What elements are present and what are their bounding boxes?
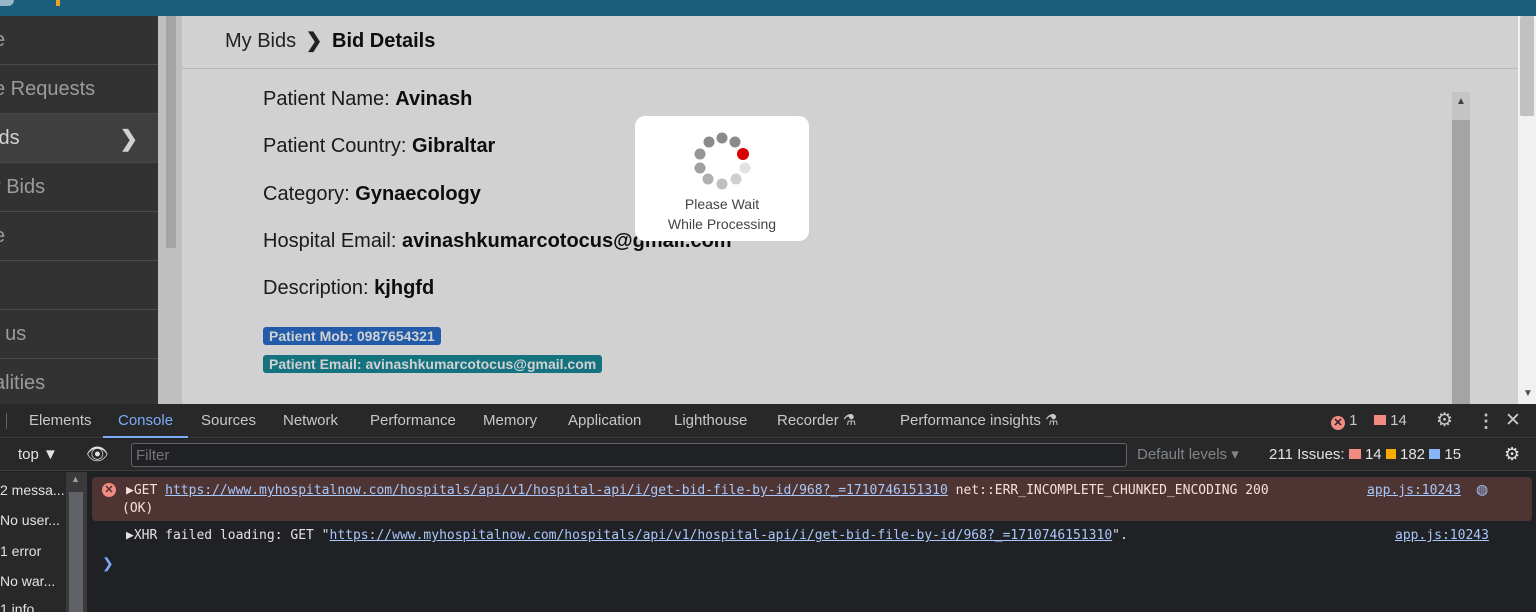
expand-arrow-icon[interactable]: ▶ xyxy=(126,528,134,543)
network-icon[interactable]: ◍ xyxy=(1476,481,1488,498)
devtools-tabbar: Elements Console Sources Network Perform… xyxy=(0,404,1536,438)
tab-network[interactable]: Network xyxy=(283,404,338,438)
divider xyxy=(6,413,7,429)
tab-performance[interactable]: Performance xyxy=(370,404,456,438)
tab-application[interactable]: Application xyxy=(568,404,641,438)
tab-recorder[interactable]: Recorder ⚗ xyxy=(777,404,856,438)
scrollbar-thumb[interactable] xyxy=(1520,16,1534,116)
log-levels-dropdown[interactable]: Default levels ▾ xyxy=(1137,439,1239,471)
issue-counter[interactable]: 14 xyxy=(1374,404,1407,438)
error-counter[interactable]: ✕ 1 xyxy=(1331,404,1358,438)
console-filterbar: top ▼ 👁 Default levels ▾ 211 Issues: 14 … xyxy=(0,439,1536,471)
xhr-url-link[interactable]: https://www.myhospitalnow.com/hospitals/… xyxy=(330,528,1113,543)
error-icon: ✕ xyxy=(1331,416,1345,430)
error-source-link[interactable]: app.js:10243 xyxy=(1367,483,1461,498)
loading-message: Please Wait While Processing xyxy=(667,196,777,232)
tab-sources[interactable]: Sources xyxy=(201,404,256,438)
close-icon[interactable]: ✕ xyxy=(1505,404,1521,438)
sidebar-errors[interactable]: 1 error xyxy=(0,543,41,559)
sidebar-info[interactable]: 1 info xyxy=(0,601,34,612)
chevron-down-icon: ▼ xyxy=(43,446,58,463)
filter-input[interactable] xyxy=(131,443,1127,467)
issue-flag-icon xyxy=(1348,449,1361,459)
console-sidebar-scrollbar[interactable]: ▲ xyxy=(66,472,86,612)
sidebar-messages[interactable]: 2 messa... xyxy=(0,482,65,498)
tab-performance-insights[interactable]: Performance insights ⚗ xyxy=(900,404,1059,438)
console-sidebar: 2 messa... No user... 1 error No war... … xyxy=(0,472,87,612)
expand-arrow-icon[interactable]: ▶ xyxy=(126,483,134,498)
issue-flag-icon xyxy=(1374,415,1386,425)
console-prompt-icon[interactable]: ❯ xyxy=(102,555,114,572)
tab-memory[interactable]: Memory xyxy=(483,404,537,438)
spinner-icon xyxy=(694,132,751,190)
context-selector[interactable]: top ▼ xyxy=(18,439,58,471)
error-url-link[interactable]: https://www.myhospitalnow.com/hospitals/… xyxy=(165,483,948,498)
app-header xyxy=(0,0,1536,16)
issues-summary[interactable]: 211 Issues: 14 182 15 xyxy=(1269,439,1461,471)
logo xyxy=(0,0,14,6)
tab-lighthouse[interactable]: Lighthouse xyxy=(674,404,747,438)
info-flag-icon xyxy=(1429,449,1441,459)
scrollbar-thumb[interactable] xyxy=(69,492,83,612)
gear-icon[interactable]: ⚙ xyxy=(1504,444,1520,465)
logo-accent xyxy=(56,0,60,6)
tab-elements[interactable]: Elements xyxy=(29,404,92,438)
more-options-icon[interactable]: ⋮ xyxy=(1477,404,1495,438)
error-icon: ✕ xyxy=(102,483,116,497)
devtools-panel: Elements Console Sources Network Perform… xyxy=(0,404,1536,612)
page-scrollbar[interactable]: ▼ xyxy=(1518,16,1536,404)
sidebar-warnings[interactable]: No war... xyxy=(0,573,55,589)
sidebar-user-messages[interactable]: No user... xyxy=(0,512,60,528)
warning-flag-icon xyxy=(1385,449,1396,459)
eye-icon[interactable]: 👁 xyxy=(86,444,109,465)
scroll-up-icon[interactable]: ▲ xyxy=(71,474,80,484)
scroll-down-icon[interactable]: ▼ xyxy=(1523,388,1533,399)
gear-icon[interactable]: ⚙ xyxy=(1436,404,1453,438)
console-error-row: ✕ ▶GET https://www.myhospitalnow.com/hos… xyxy=(92,477,1532,521)
loading-dialog: Please Wait While Processing xyxy=(635,116,809,241)
tab-console[interactable]: Console xyxy=(103,404,189,438)
console-log-row: ▶XHR failed loading: GET "https://www.my… xyxy=(126,528,1128,543)
xhr-source-link[interactable]: app.js:10243 xyxy=(1395,528,1489,543)
